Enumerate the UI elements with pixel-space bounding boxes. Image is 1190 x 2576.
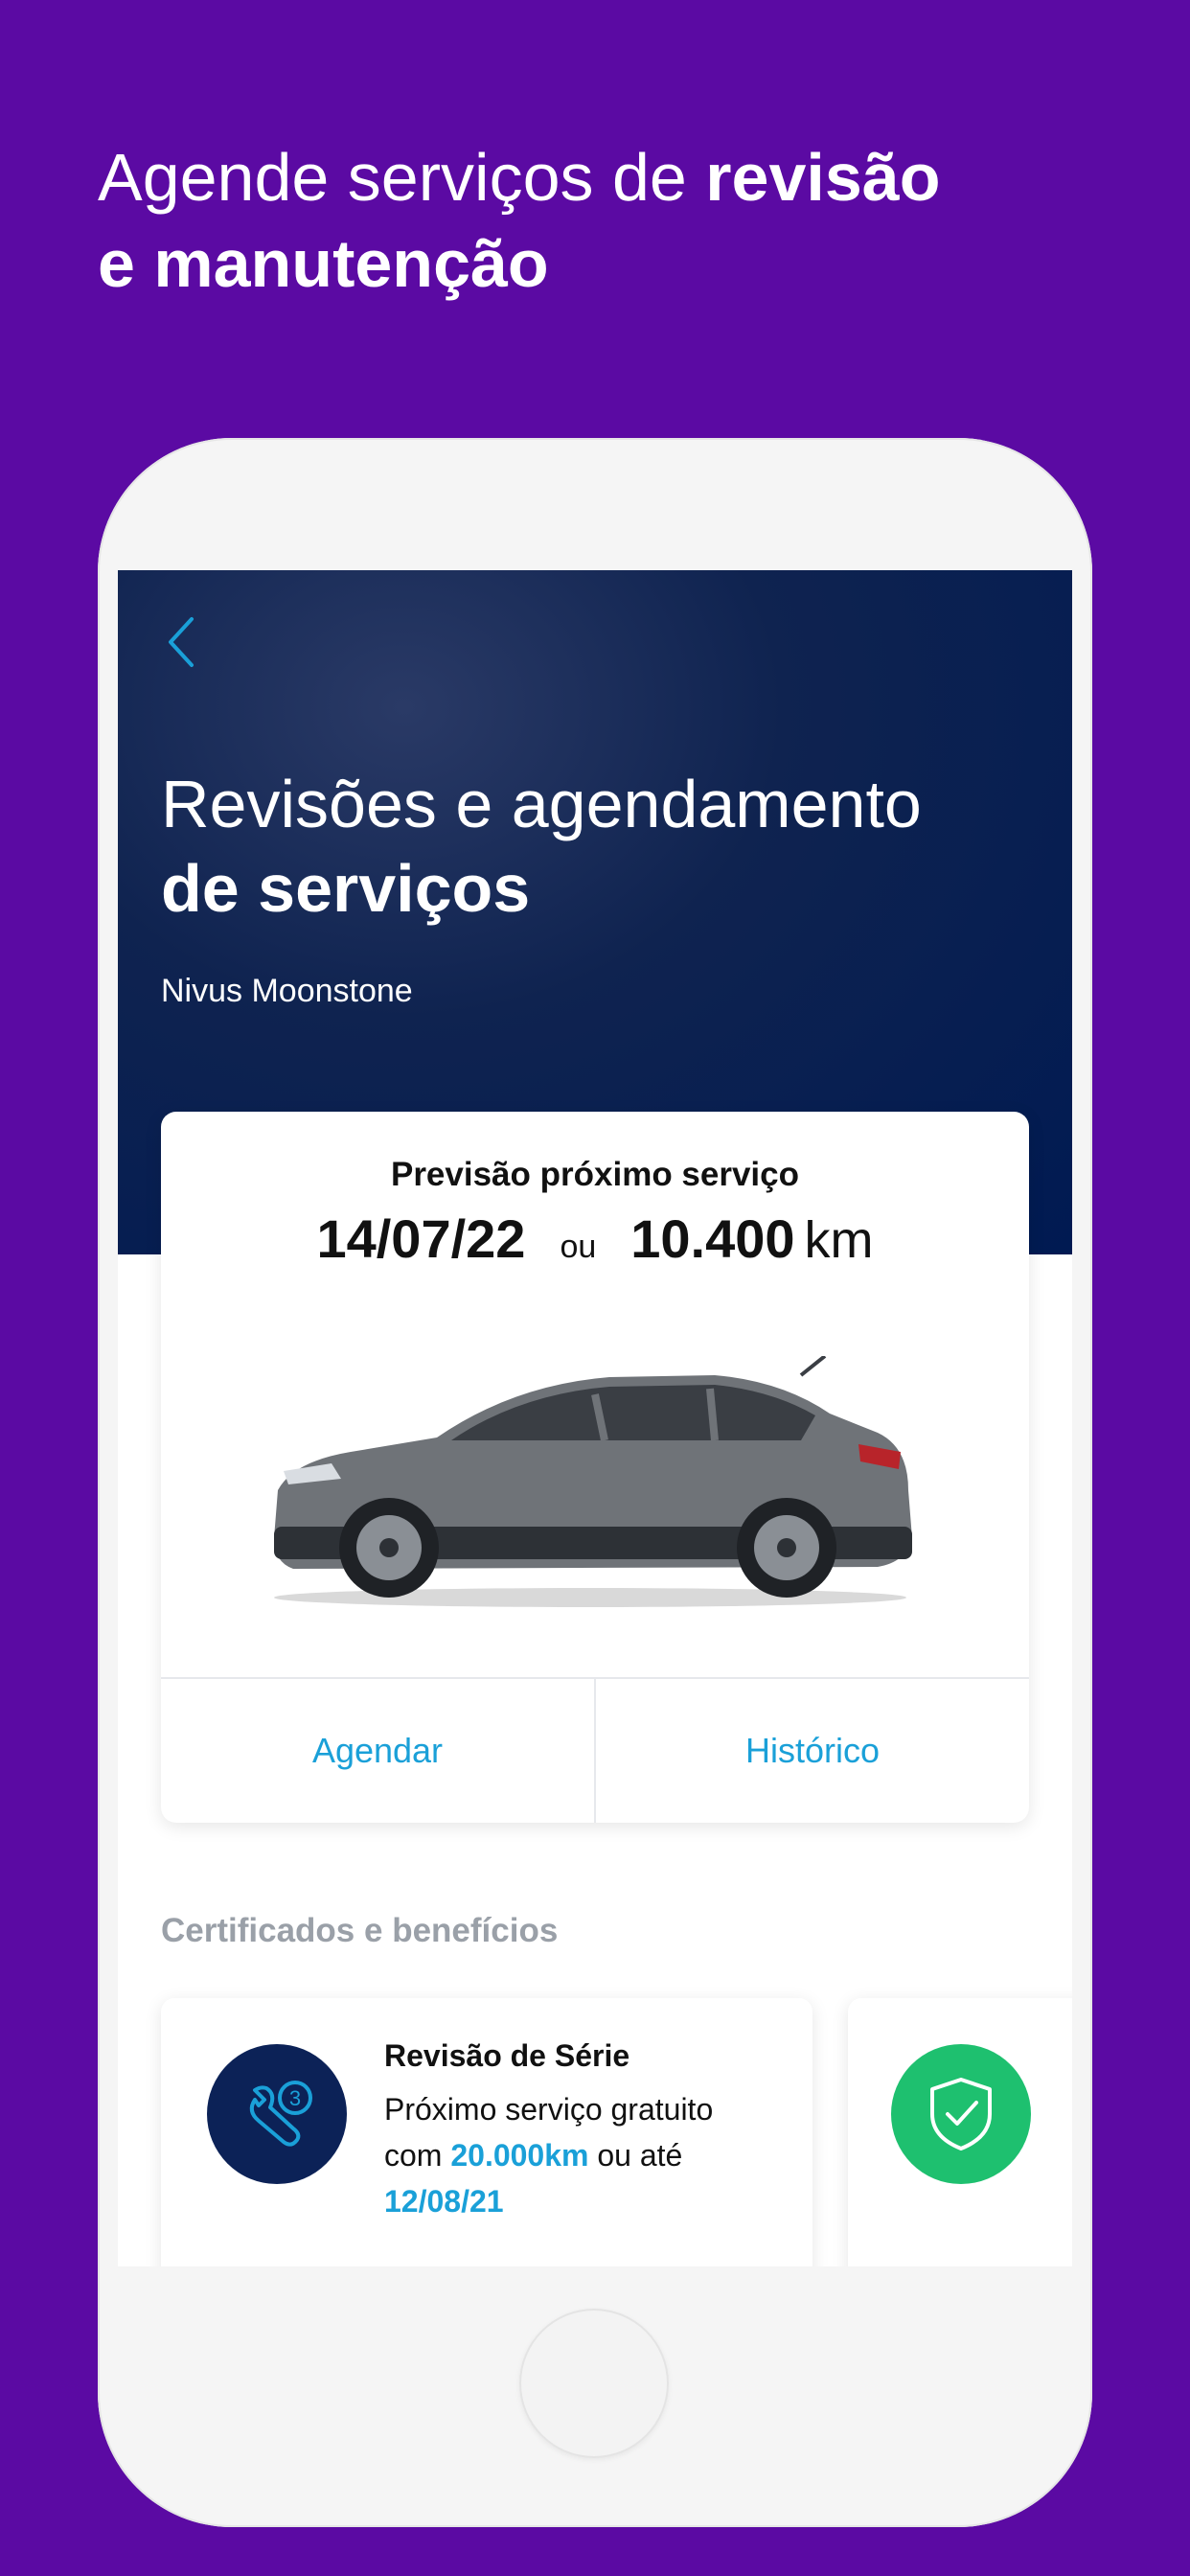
benefit-description: Próximo serviço gratuito com 20.000km ou… [384, 2086, 787, 2224]
wrench-icon-number: 3 [289, 2086, 301, 2110]
section-title-benefits: Certificados e benefícios [161, 1912, 559, 1949]
benefit-icon-container [891, 2044, 1031, 2184]
page-title: Revisões e agendamento de serviços [161, 762, 1042, 931]
benefit-title: Revisão de Série [384, 2038, 630, 2073]
benefit-card-series-revision[interactable]: 3 Revisão de Série Próximo serviço gratu… [161, 1998, 812, 2266]
benefit-highlight-km: 20.000km [450, 2138, 589, 2173]
benefit-highlight-date: 12/08/21 [384, 2184, 504, 2219]
page-title-bold: de serviços [161, 851, 531, 926]
or-label: ou [560, 1229, 597, 1265]
wrench-service-icon: 3 [249, 2081, 312, 2147]
headline-bold-1: revisão [705, 140, 941, 215]
schedule-button[interactable]: Agendar [161, 1679, 594, 1823]
home-button[interactable] [519, 2309, 669, 2458]
benefit-text-1: Próximo serviço gratuito [384, 2092, 714, 2127]
km-unit: km [804, 1211, 874, 1269]
promo-headline: Agende serviços de revisão e manutenção [98, 134, 1056, 307]
next-service-label: Previsão próximo serviço [390, 1156, 800, 1193]
benefit-icon-container: 3 [207, 2044, 347, 2184]
next-service-km: 10.400 [630, 1208, 795, 1269]
shield-check-icon [930, 2078, 992, 2150]
benefit-card-warranty[interactable] [848, 1998, 1072, 2266]
page-title-light: Revisões e agendamento [161, 767, 922, 841]
benefit-text-2: com [384, 2138, 451, 2173]
app-screen: Revisões e agendamento de serviços Nivus… [118, 570, 1072, 2266]
back-button[interactable] [152, 609, 210, 676]
headline-light: Agende serviços de [98, 140, 706, 215]
history-button[interactable]: Histórico [596, 1679, 1029, 1823]
car-image [274, 1356, 912, 1607]
benefit-text-3: ou até [588, 2138, 683, 2173]
next-service-card: Previsão próximo serviço 14/07/22 ou 10.40… [161, 1112, 1029, 1823]
headline-bold-2: e manutenção [98, 226, 549, 301]
next-service-date: 14/07/22 [316, 1208, 526, 1269]
chevron-left-icon [169, 617, 194, 667]
next-service-forecast: 14/07/22 ou 10.400 km [161, 1208, 1029, 1270]
car-name: Nivus Moonstone [161, 973, 413, 1009]
